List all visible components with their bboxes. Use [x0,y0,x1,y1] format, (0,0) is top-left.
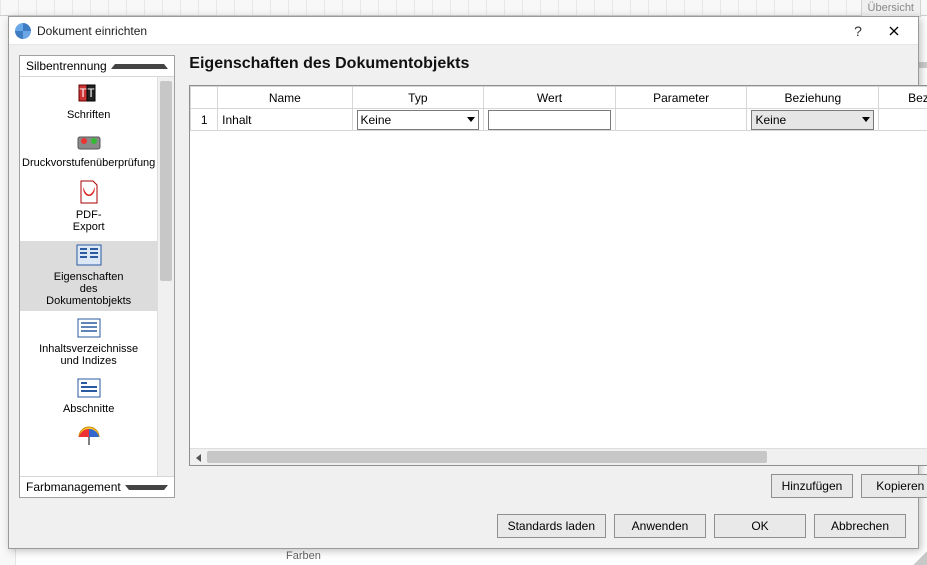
properties-table: Name Typ Wert Parameter Beziehung Bezieh… [190,86,927,131]
app-icon [15,23,31,39]
chevron-down-icon [862,117,870,122]
resize-grip-icon [913,551,927,565]
ok-button[interactable]: OK [714,514,806,538]
type-dropdown[interactable]: Keine [357,110,480,130]
cancel-button[interactable]: Abbrechen [814,514,906,538]
pdf-icon [77,179,101,205]
apply-button[interactable]: Anwenden [614,514,706,538]
category-footer[interactable]: Farbmanagement [20,476,174,497]
row-number: 1 [191,109,218,131]
scrollbar-track[interactable] [207,449,927,465]
sidebar-item-label: Abschnitte [22,403,155,415]
relation-dropdown[interactable]: Keine [751,110,874,130]
sidebar-item-sections[interactable]: Abschnitte [20,375,157,419]
col-relation[interactable]: Beziehung [747,87,879,109]
sidebar-item-fonts[interactable]: TT Schriften [20,81,157,125]
table-h-scrollbar[interactable] [190,448,927,465]
preflight-icon [74,131,104,153]
umbrella-icon [76,425,102,447]
category-footer-label: Farbmanagement [26,480,121,494]
scroll-left-button[interactable] [190,449,207,466]
dialog-button-row: Standards laden Anwenden OK Abbrechen [9,506,918,548]
category-list: Silbentrennung TT Schriften Dr [19,55,175,498]
category-header-label: Silbentrennung [26,59,107,73]
add-button[interactable]: Hinzufügen [771,474,854,498]
category-header[interactable]: Silbentrennung [20,56,174,77]
fonts-icon: TT [75,83,103,105]
bg-panel-tab: Übersicht [861,0,921,17]
col-rownum [191,87,218,109]
col-name[interactable]: Name [218,87,352,109]
ruler-top [0,0,927,16]
close-button[interactable] [876,17,912,45]
properties-table-frame: Name Typ Wert Parameter Beziehung Bezieh… [189,85,927,466]
chevron-up-icon [111,64,169,69]
table-row: 1 Inhalt Keine [191,109,927,131]
cell-type[interactable]: Keine [352,109,484,131]
sidebar-item-label: Schriften [22,109,155,121]
sidebar-item-label: Druckvorstufenüberprüfung [22,157,155,169]
dialog-title: Dokument einrichten [37,24,840,38]
cell-value[interactable] [484,109,616,131]
col-type[interactable]: Typ [352,87,484,109]
scrollbar-thumb[interactable] [160,81,172,281]
sidebar-item-color-management-icon[interactable] [20,423,157,455]
sidebar-item-document-properties[interactable]: Eigenschaften des Dokumentobjekts [20,241,157,311]
panel-button-row: Hinzufügen Kopieren Löschen Entfernen [189,474,927,498]
cell-relation[interactable]: Keine [747,109,879,131]
sidebar-item-toc[interactable]: Inhaltsverzeichnisse und Indizes [20,315,157,371]
svg-text:T: T [87,86,95,100]
relation-value: Keine [755,113,858,127]
cell-relation-to[interactable] [879,109,927,131]
sidebar-item-preflight[interactable]: Druckvorstufenüberprüfung [20,129,157,173]
sections-icon [76,377,102,399]
page-title: Eigenschaften des Dokumentobjekts [189,55,927,73]
load-defaults-button[interactable]: Standards laden [497,514,606,538]
scrollbar-thumb[interactable] [207,451,767,463]
col-value[interactable]: Wert [484,87,616,109]
toc-icon [76,317,102,339]
titlebar: Dokument einrichten [9,17,918,45]
caret-left-icon [196,454,201,462]
cell-name[interactable]: Inhalt [218,109,352,131]
cell-parameter[interactable] [615,109,747,131]
copy-button[interactable]: Kopieren [861,474,927,498]
table-header-row: Name Typ Wert Parameter Beziehung Bezieh… [191,87,927,109]
category-scrollbar[interactable] [157,77,174,476]
type-value: Keine [361,113,464,127]
sidebar-item-label: Eigenschaften des Dokumentobjekts [22,271,155,307]
chevron-down-icon [467,117,475,122]
sidebar-item-label: Inhaltsverzeichnisse und Indizes [22,343,155,367]
close-icon [889,26,899,36]
chevron-down-icon [125,485,169,490]
sidebar-item-pdf-export[interactable]: PDF- Export [20,177,157,237]
document-setup-dialog: Dokument einrichten Silbentrennung TT Sc… [8,16,919,549]
svg-text:T: T [79,86,87,100]
main-panel: Eigenschaften des Dokumentobjekts Name T… [189,55,927,498]
help-button[interactable] [840,17,876,45]
bg-panel-label: Farben [286,550,321,562]
document-properties-icon [75,243,103,267]
value-input[interactable] [488,110,611,130]
sidebar-item-label: PDF- Export [22,209,155,233]
col-relation-to[interactable]: Beziehung zu [879,87,927,109]
col-parameter[interactable]: Parameter [615,87,747,109]
